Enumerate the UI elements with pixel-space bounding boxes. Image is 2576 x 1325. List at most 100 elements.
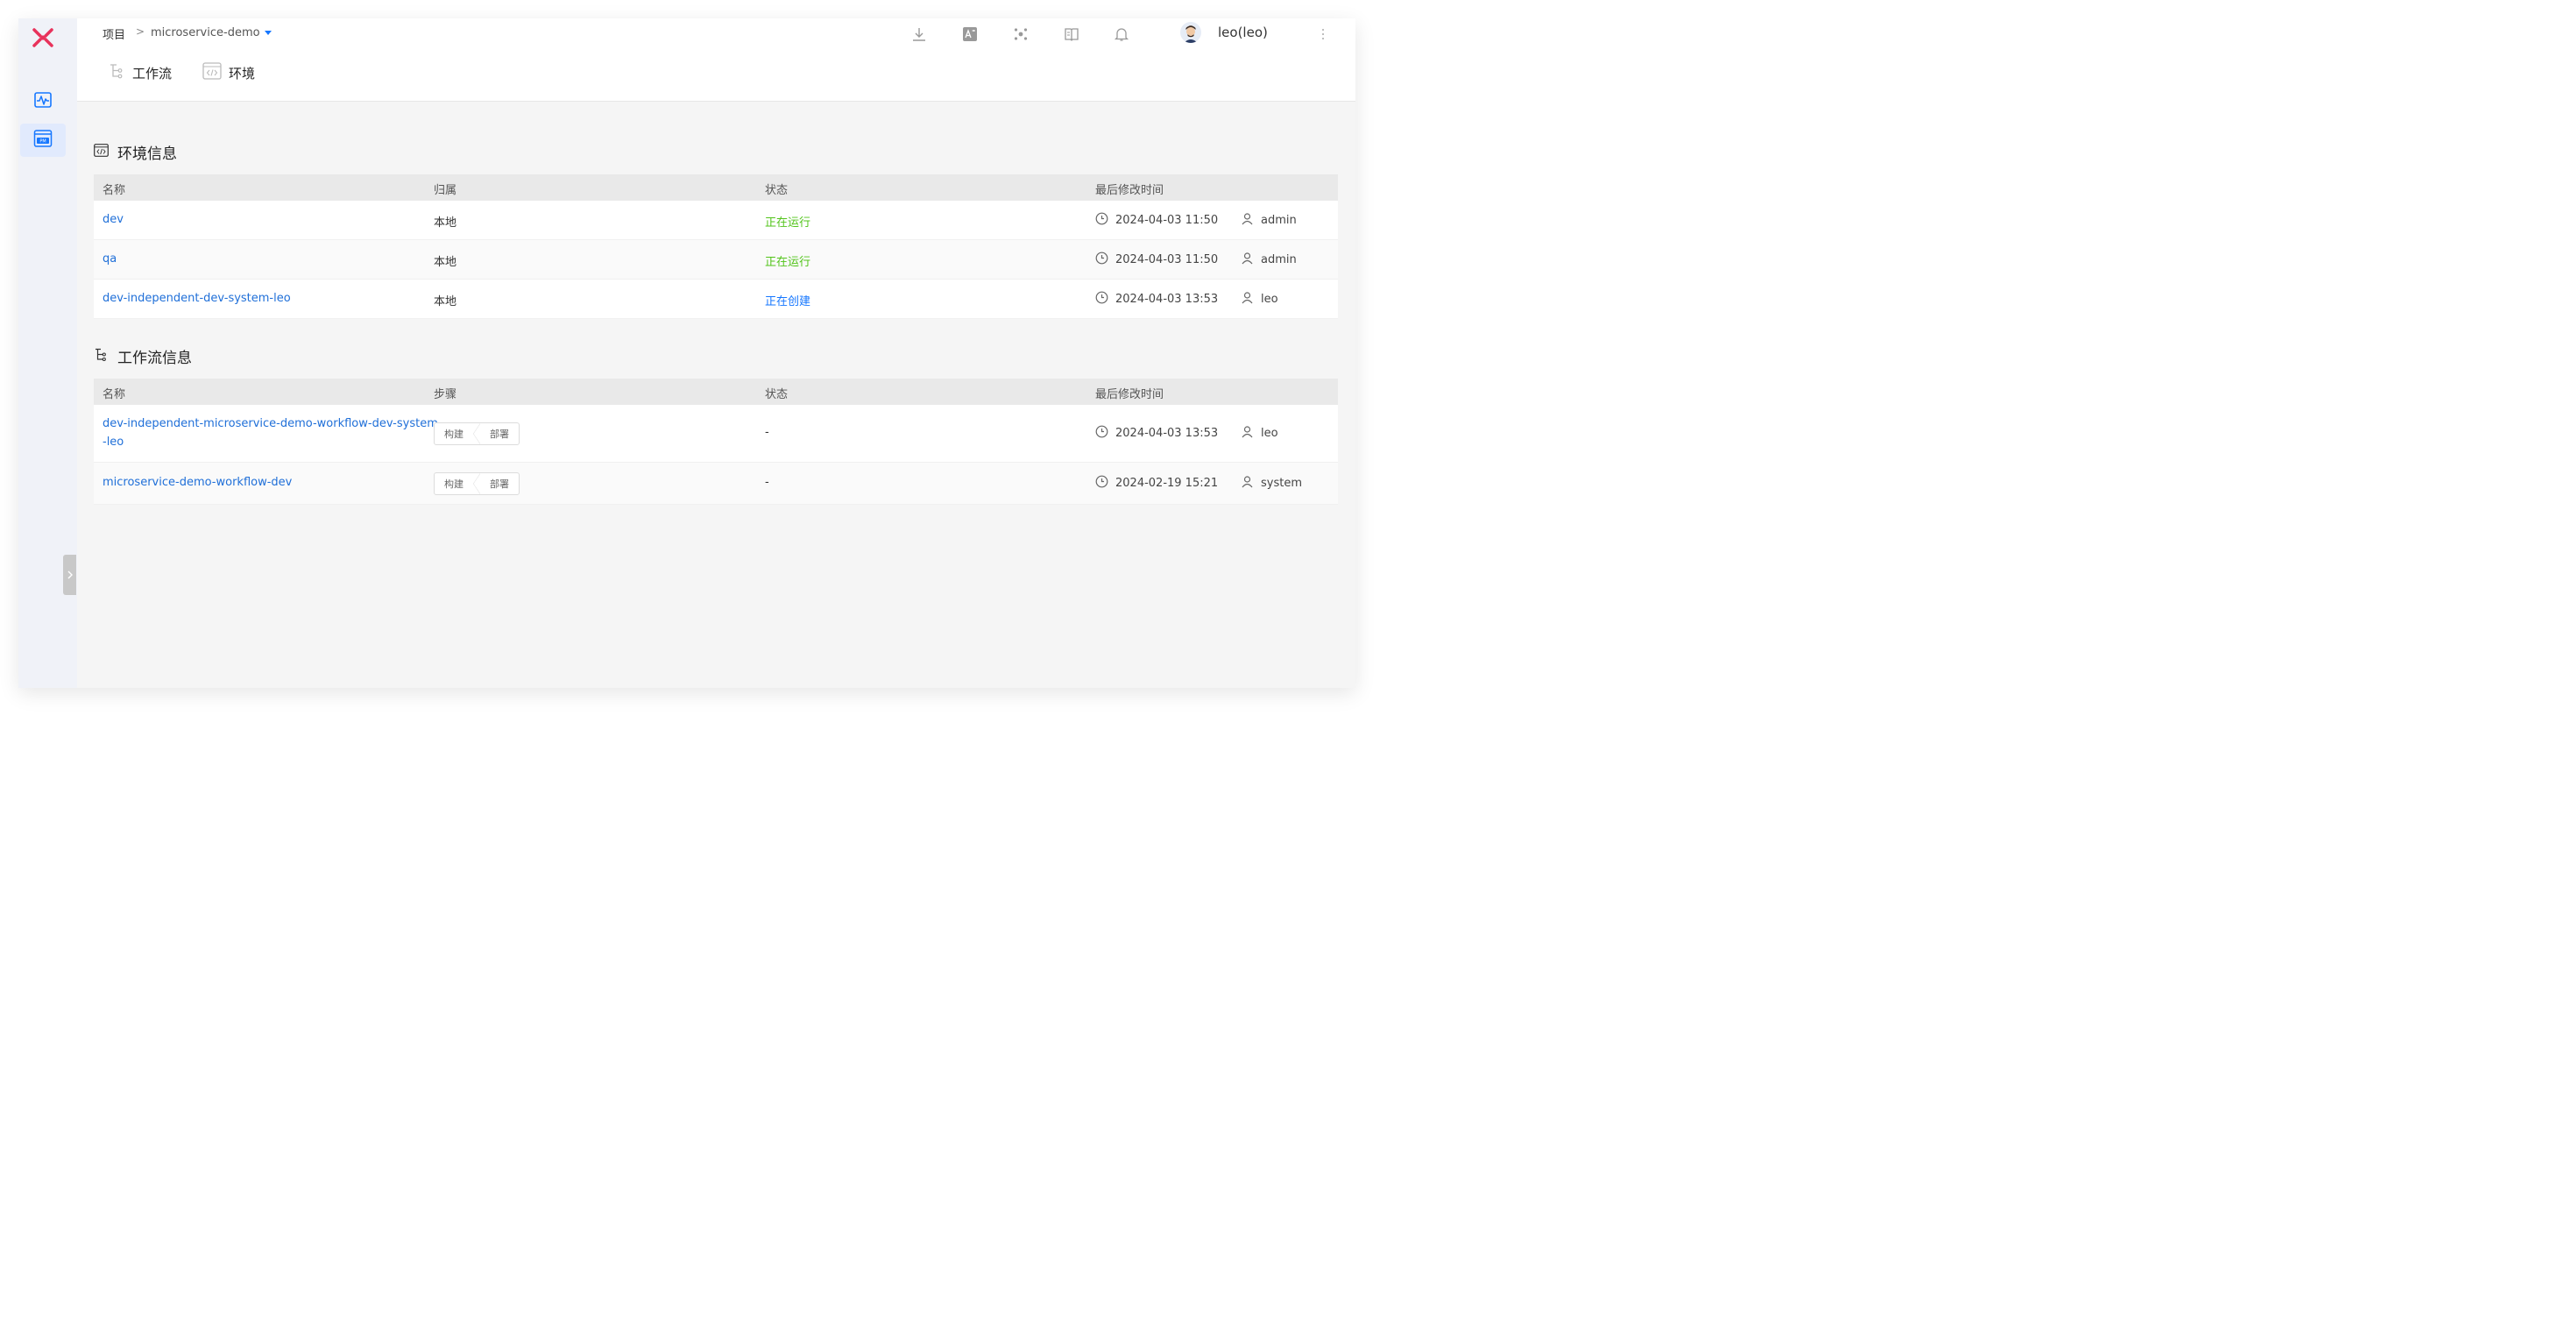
tab-environment[interactable]: 环境 — [202, 62, 255, 83]
env-owner: 本地 — [434, 256, 457, 269]
env-section-title: 环境信息 — [117, 145, 177, 163]
app-window: PM 项目 > microservice-demo leo(leo) 工作流 环… — [18, 18, 1355, 688]
time-text: 2024-04-03 13:53 — [1115, 293, 1219, 306]
step-build: 构建 — [444, 429, 464, 440]
env-table-header: 名称 归属 状态 最后修改时间 — [94, 174, 1338, 201]
tab-workflow[interactable]: 工作流 — [108, 62, 172, 83]
time-text: 2024-04-03 13:53 — [1115, 427, 1219, 440]
env-owner: 本地 — [434, 216, 457, 230]
bell-icon[interactable] — [1111, 24, 1132, 45]
env-name-link[interactable]: dev-independent-dev-system-leo — [103, 292, 291, 305]
workflow-status: - — [765, 476, 769, 489]
env-name-link[interactable]: qa — [103, 252, 117, 266]
modified-time: 2024-04-03 13:53 — [1095, 425, 1218, 442]
env-name-link[interactable]: dev — [103, 213, 124, 226]
user-icon — [1241, 212, 1254, 229]
clock-icon — [1095, 252, 1108, 268]
sidebar-item-monitor[interactable] — [20, 85, 66, 118]
workflow-status: - — [765, 426, 769, 439]
pm-icon: PM — [33, 129, 53, 152]
table-row: microservice-demo-workflow-dev 构建 部署 - 2… — [94, 463, 1338, 505]
user-icon — [1241, 252, 1254, 268]
project-name: microservice-demo — [151, 26, 260, 39]
workflow-steps: 构建 部署 — [434, 422, 520, 445]
translate-icon[interactable] — [959, 24, 980, 45]
user-icon — [1241, 475, 1254, 492]
column-header: 最后修改时间 — [1095, 184, 1164, 197]
user-text: system — [1261, 477, 1302, 490]
table-row: dev-independent-microservice-demo-workfl… — [94, 405, 1338, 463]
user-text: leo — [1261, 293, 1278, 306]
table-row: dev 本地 正在运行 2024-04-03 11:50 admin — [94, 201, 1338, 240]
workflow-icon — [94, 347, 109, 366]
user-icon — [1241, 291, 1254, 308]
workflow-steps: 构建 部署 — [434, 472, 520, 495]
workflow-name-link[interactable]: dev-independent-microservice-demo-workfl… — [103, 415, 438, 451]
modified-time: 2024-04-03 11:50 — [1095, 252, 1218, 268]
workflow-name-line: -leo — [103, 436, 124, 449]
column-header: 状态 — [765, 184, 789, 197]
modified-user: admin — [1241, 212, 1297, 229]
modified-user: system — [1241, 475, 1302, 492]
clock-icon — [1095, 425, 1108, 442]
project-selector[interactable]: microservice-demo — [151, 26, 272, 39]
modified-user: admin — [1241, 252, 1297, 268]
top-bar: 项目 > microservice-demo leo(leo) — [77, 18, 1355, 51]
workflow-name-line: dev-independent-microservice-demo-workfl… — [103, 417, 438, 430]
user-icon — [1241, 425, 1254, 442]
caret-down-icon — [264, 31, 272, 35]
chevron-right-icon — [473, 473, 480, 494]
step-build: 构建 — [444, 478, 464, 490]
username[interactable]: leo(leo) — [1218, 25, 1268, 40]
user-text: leo — [1261, 427, 1278, 440]
clock-icon — [1095, 475, 1108, 492]
env-status: 正在运行 — [765, 216, 811, 230]
sidebar-item-projects[interactable]: PM — [20, 124, 66, 157]
main-area: 项目 > microservice-demo leo(leo) 工作流 环境 环… — [77, 18, 1355, 688]
download-icon[interactable] — [909, 24, 930, 45]
env-section-header: 环境信息 — [94, 141, 177, 163]
docs-icon[interactable] — [1061, 24, 1082, 45]
env-status: 正在创建 — [765, 295, 811, 308]
workflow-table: 名称 步骤 状态 最后修改时间 dev-independent-microser… — [94, 379, 1338, 505]
env-table: 名称 归属 状态 最后修改时间 dev 本地 正在运行 2024-04-03 1… — [94, 174, 1338, 319]
avatar[interactable] — [1180, 22, 1201, 43]
modified-time: 2024-04-03 11:50 — [1095, 212, 1218, 229]
column-header: 状态 — [765, 388, 789, 401]
more-vertical-icon[interactable] — [1320, 25, 1327, 43]
breadcrumb-root[interactable]: 项目 — [103, 25, 125, 42]
column-header: 步骤 — [434, 388, 457, 401]
workflow-name-link[interactable]: microservice-demo-workflow-dev — [103, 476, 292, 489]
modified-time: 2024-04-03 13:53 — [1095, 291, 1218, 308]
workflow-section-title: 工作流信息 — [117, 350, 192, 367]
env-owner: 本地 — [434, 295, 457, 308]
tab-workflow-label: 工作流 — [132, 65, 173, 81]
sub-nav: 工作流 环境 — [77, 50, 1355, 102]
svg-text:PM: PM — [39, 139, 46, 145]
code-icon — [202, 62, 222, 83]
time-text: 2024-04-03 11:50 — [1115, 253, 1219, 266]
workflow-table-header: 名称 步骤 状态 最后修改时间 — [94, 379, 1338, 405]
column-header: 归属 — [434, 184, 457, 197]
logo-icon[interactable] — [31, 25, 55, 50]
column-header: 名称 — [103, 184, 126, 197]
step-deploy: 部署 — [490, 478, 509, 490]
workflow-section-header: 工作流信息 — [94, 345, 192, 367]
modified-time: 2024-02-19 15:21 — [1095, 475, 1218, 492]
column-header: 名称 — [103, 388, 126, 401]
user-text: admin — [1261, 214, 1297, 227]
cluster-icon[interactable] — [1010, 24, 1031, 45]
clock-icon — [1095, 291, 1108, 308]
column-header: 最后修改时间 — [1095, 388, 1164, 401]
chevron-right-icon — [473, 423, 480, 444]
activity-icon — [34, 91, 52, 112]
expand-sidebar-button[interactable] — [63, 555, 76, 595]
workflow-icon — [108, 62, 125, 83]
env-status: 正在运行 — [765, 256, 811, 269]
breadcrumb-separator: > — [136, 25, 145, 38]
time-text: 2024-02-19 15:21 — [1115, 477, 1219, 490]
modified-user: leo — [1241, 291, 1278, 308]
table-row: qa 本地 正在运行 2024-04-03 11:50 admin — [94, 240, 1338, 280]
sidebar: PM — [18, 18, 77, 688]
modified-user: leo — [1241, 425, 1278, 442]
